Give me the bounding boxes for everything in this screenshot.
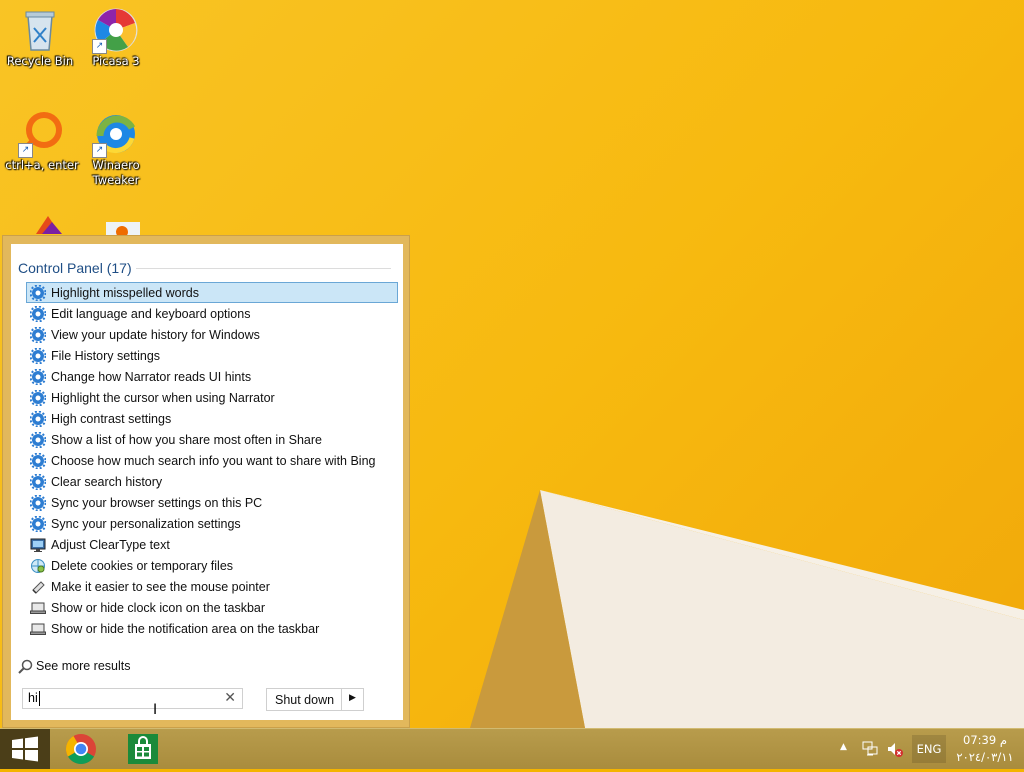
desktop-icon-winaero-tweaker[interactable]: ↗ Winaero Tweaker (76, 110, 156, 188)
result-item[interactable]: File History settings (26, 345, 398, 366)
result-item[interactable]: Clear search history (26, 471, 398, 492)
recycle-bin-icon (16, 6, 64, 54)
shortcut-arrow-icon: ↗ (92, 39, 107, 54)
result-label: View your update history for Windows (51, 328, 260, 342)
result-item[interactable]: Show a list of how you share most often … (26, 429, 398, 450)
windows-logo-icon (12, 736, 38, 762)
text-cursor-icon: I (153, 702, 158, 718)
desktop-icon-label: Recycle Bin (6, 54, 74, 68)
laptop-icon (30, 600, 46, 616)
result-item[interactable]: High contrast settings (26, 408, 398, 429)
see-more-results-link[interactable]: See more results (18, 659, 131, 674)
search-input[interactable]: hi ✕ (22, 688, 243, 709)
winaero-tweaker-icon: ↗ (92, 110, 140, 158)
network-icon[interactable] (861, 740, 879, 761)
result-label: Edit language and keyboard options (51, 307, 251, 321)
chrome-icon (65, 734, 96, 765)
search-results-pane: Control Panel (17) Highlight misspelled … (11, 244, 403, 720)
laptop-icon (30, 621, 46, 637)
desktop-icon-ctrl-a-enter[interactable]: ↗ ctrl+a, enter (2, 110, 82, 173)
results-group-title[interactable]: Control Panel (17) (18, 260, 132, 276)
gear-icon (29, 494, 47, 512)
result-label: Highlight misspelled words (51, 286, 199, 300)
taskbar-app-store[interactable] (126, 732, 160, 766)
search-ring-icon: ↗ (18, 110, 66, 158)
picasa-icon: ↗ (92, 6, 140, 54)
monitor-icon (30, 537, 46, 553)
result-label: File History settings (51, 349, 161, 363)
result-item[interactable]: Change how Narrator reads UI hints (26, 366, 398, 387)
result-label: Change how Narrator reads UI hints (51, 370, 252, 384)
gear-icon (29, 368, 47, 386)
gear-icon (29, 326, 47, 344)
taskbar-app-chrome[interactable] (64, 732, 98, 766)
result-item[interactable]: Highlight the cursor when using Narrator (26, 387, 398, 408)
result-label: Delete cookies or temporary files (51, 559, 234, 573)
divider (341, 689, 342, 710)
shutdown-label: Shut down (275, 693, 335, 707)
result-item[interactable]: Edit language and keyboard options (26, 303, 398, 324)
result-item[interactable]: Show or hide the notification area on th… (26, 618, 398, 639)
results-list: Highlight misspelled words Edit language… (26, 282, 398, 639)
result-label: High contrast settings (51, 412, 172, 426)
search-input-value[interactable]: hi (28, 691, 40, 706)
result-label: Make it easier to see the mouse pointer (51, 580, 270, 594)
result-item[interactable]: Highlight misspelled words (26, 282, 398, 303)
result-label: Adjust ClearType text (51, 538, 170, 552)
see-more-label: See more results (36, 659, 131, 673)
shortcut-arrow-icon: ↗ (18, 143, 33, 158)
desktop-icon-recycle-bin[interactable]: Recycle Bin (0, 6, 80, 69)
desktop-icon-label: Picasa 3 (92, 54, 140, 68)
result-label: Show a list of how you share most often … (51, 433, 322, 447)
result-item[interactable]: Choose how much search info you want to … (26, 450, 398, 471)
shutdown-options-arrow-icon[interactable]: ▶ (349, 692, 356, 703)
desktop-icon-label: Winaero Tweaker (92, 158, 140, 187)
gear-icon (29, 389, 47, 407)
search-icon (18, 659, 33, 677)
result-item[interactable]: Adjust ClearType text (26, 534, 398, 555)
input-language-indicator[interactable]: ENG (912, 735, 946, 763)
internet-options-icon (30, 558, 46, 574)
clear-search-icon[interactable]: ✕ (224, 690, 236, 706)
result-label: Choose how much search info you want to … (51, 454, 376, 468)
shutdown-button[interactable]: Shut down ▶ (266, 688, 364, 711)
clock-time[interactable]: 07:39 م (950, 733, 1020, 747)
result-item[interactable]: Make it easier to see the mouse pointer (26, 576, 398, 597)
result-label: Sync your browser settings on this PC (51, 496, 263, 510)
result-item[interactable]: Sync your personalization settings (26, 513, 398, 534)
result-label: Show or hide the notification area on th… (51, 622, 320, 636)
start-search-panel: Control Panel (17) Highlight misspelled … (2, 235, 410, 728)
gear-icon (29, 473, 47, 491)
result-item[interactable]: Delete cookies or temporary files (26, 555, 398, 576)
gear-icon (29, 410, 47, 428)
mouse-pointer-icon (30, 579, 46, 595)
gear-icon (29, 347, 47, 365)
divider (136, 268, 391, 269)
result-label: Sync your personalization settings (51, 517, 241, 531)
clock-date[interactable]: ٢٠٢٤/٠٣/١١ (950, 750, 1020, 764)
show-hidden-icons-button[interactable]: ▲ (840, 742, 847, 752)
result-item[interactable]: View your update history for Windows (26, 324, 398, 345)
gear-icon (29, 452, 47, 470)
shortcut-arrow-icon: ↗ (92, 143, 107, 158)
store-icon (128, 734, 158, 764)
start-button[interactable] (0, 729, 50, 769)
gear-icon (29, 284, 47, 302)
result-item[interactable]: Show or hide clock icon on the taskbar (26, 597, 398, 618)
gear-icon (29, 515, 47, 533)
result-label: Clear search history (51, 475, 163, 489)
desktop-icon-label: ctrl+a, enter (5, 158, 79, 172)
result-item[interactable]: Sync your browser settings on this PC (26, 492, 398, 513)
gear-icon (29, 431, 47, 449)
gear-icon (29, 305, 47, 323)
taskbar: ▲ ENG 07:39 م ٢٠٢٤/٠٣/١١ (0, 728, 1024, 769)
desktop-icon-picasa[interactable]: ↗ Picasa 3 (76, 6, 156, 69)
result-label: Show or hide clock icon on the taskbar (51, 601, 266, 615)
volume-muted-icon[interactable] (886, 740, 904, 761)
result-label: Highlight the cursor when using Narrator (51, 391, 275, 405)
